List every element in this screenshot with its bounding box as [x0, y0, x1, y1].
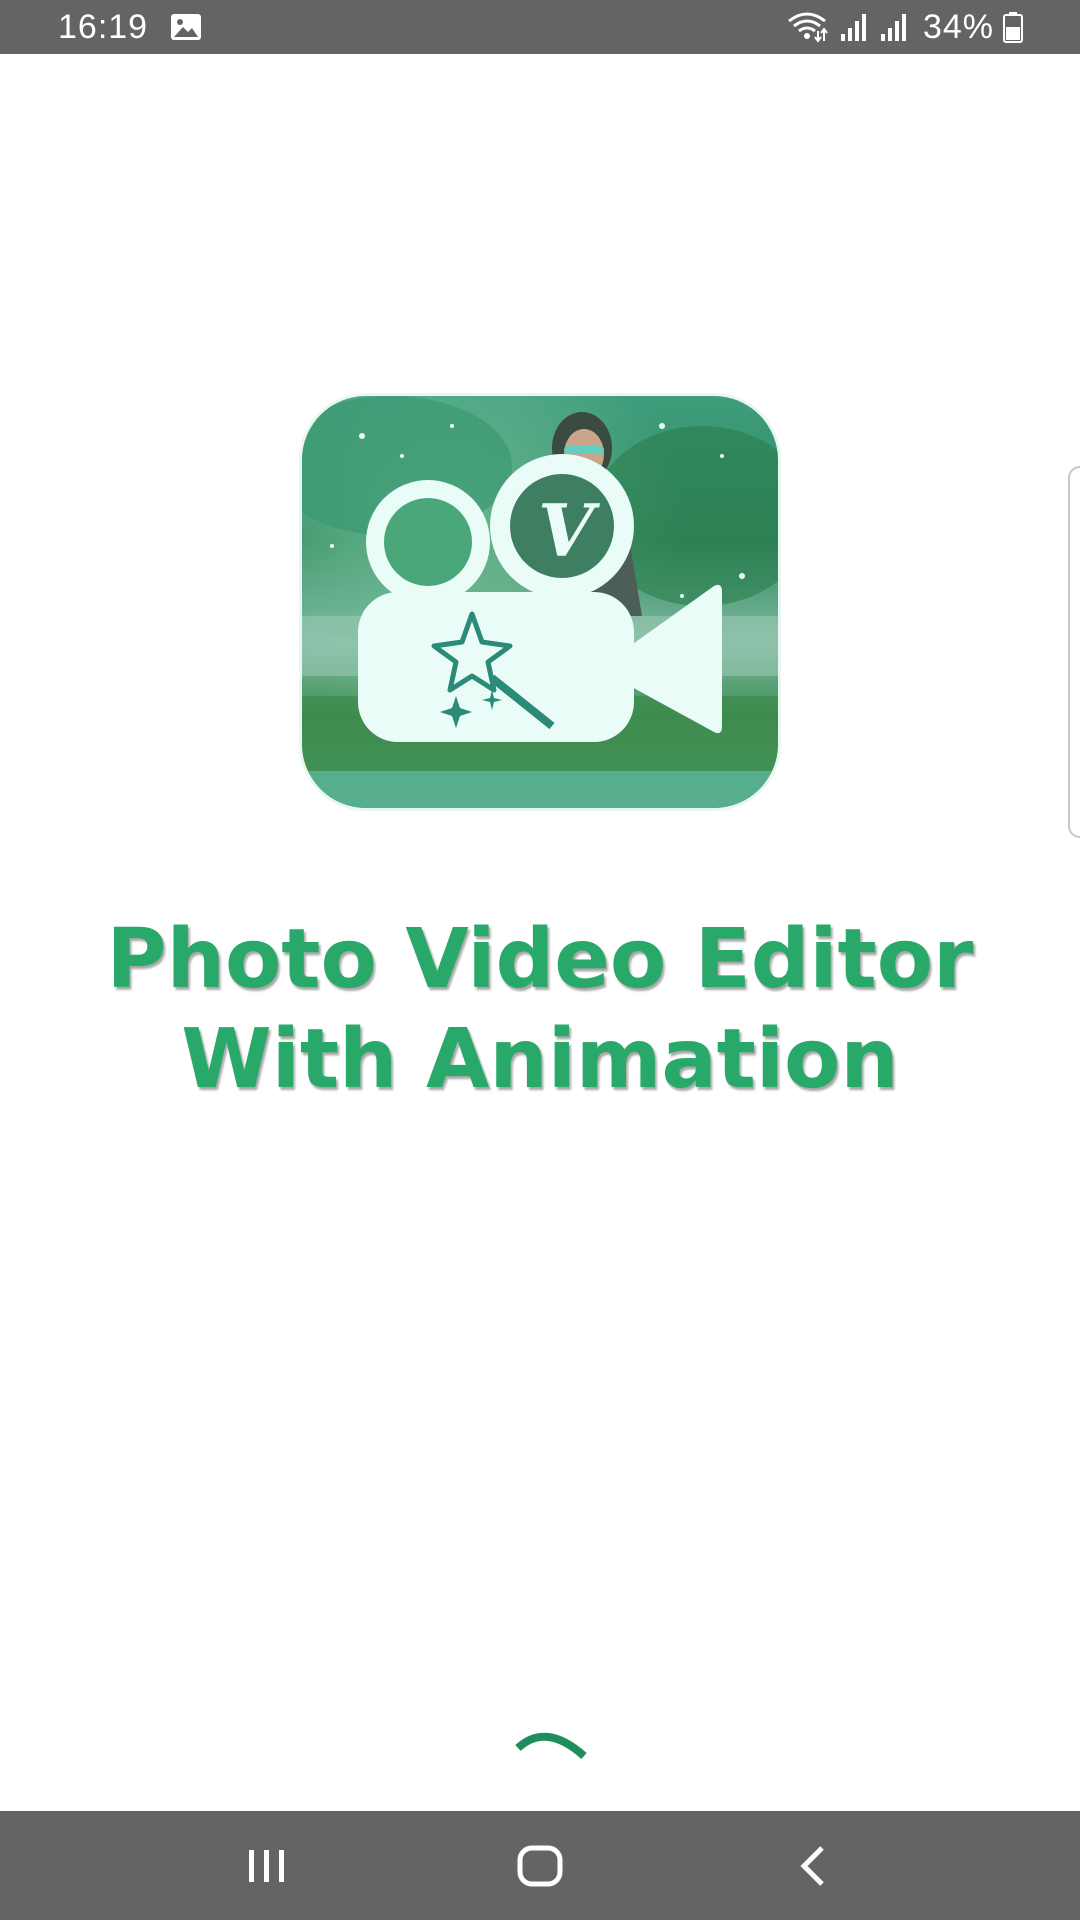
logo-badge-letter: V: [538, 488, 600, 573]
back-button[interactable]: [763, 1816, 863, 1916]
loading-spinner: [512, 1722, 592, 1802]
status-left: 16:19: [58, 8, 202, 47]
status-right: 34%: [779, 8, 1024, 47]
navigation-bar: [0, 1811, 1080, 1920]
app-title-line1: Photo Video Editor: [106, 912, 974, 1007]
app-title-line2: With Animation: [181, 1012, 899, 1107]
back-icon: [800, 1845, 825, 1886]
battery-icon: [1002, 11, 1024, 43]
status-time: 16:19: [58, 7, 149, 46]
home-icon: [517, 1845, 563, 1886]
battery-percentage: 34%: [922, 7, 994, 46]
splash-screen: 16:19 34% V Photo Video Editor With Anim…: [0, 0, 1080, 1920]
signal-icon: [839, 12, 871, 42]
recent-apps-icon: [248, 1849, 284, 1882]
home-button[interactable]: [490, 1816, 590, 1916]
edge-panel-handle[interactable]: [1068, 466, 1080, 838]
image-icon: [170, 13, 202, 41]
wifi-icon: [787, 11, 831, 43]
app-title: Photo Video Editor With Animation: [0, 910, 1080, 1110]
signal-icon: [879, 12, 911, 42]
status-bar: 16:19 34%: [0, 0, 1080, 54]
app-logo: V: [302, 396, 778, 808]
recent-apps-button[interactable]: [217, 1816, 317, 1916]
